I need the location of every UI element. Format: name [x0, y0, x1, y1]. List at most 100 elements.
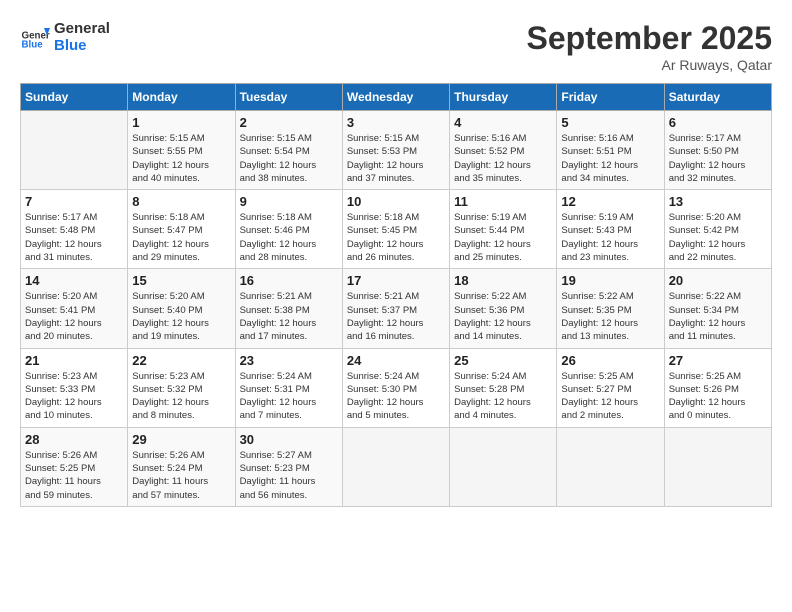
- calendar-cell: 1Sunrise: 5:15 AM Sunset: 5:55 PM Daylig…: [128, 111, 235, 190]
- day-number: 23: [240, 353, 338, 368]
- day-number: 29: [132, 432, 230, 447]
- calendar-cell: 29 Sunrise: 5:26 AM Sunset: 5:24 PM Dayli…: [128, 427, 235, 506]
- day-info: Sunrise: 5:25 AM Sunset: 5:27 PM Dayligh…: [561, 370, 659, 423]
- calendar-cell: 7Sunrise: 5:17 AM Sunset: 5:48 PM Daylig…: [21, 190, 128, 269]
- calendar-cell: 20 Sunrise: 5:22 AM Sunset: 5:34 PM Dayli…: [664, 269, 771, 348]
- day-info: Sunrise: 5:24 AM Sunset: 5:28 PM Dayligh…: [454, 370, 552, 423]
- calendar-cell: 9 Sunrise: 5:18 AM Sunset: 5:46 PM Daylig…: [235, 190, 342, 269]
- calendar-cell: [21, 111, 128, 190]
- day-info: Sunrise: 5:16 AM Sunset: 5:52 PM Dayligh…: [454, 132, 552, 185]
- day-info: Sunrise: 5:22 AM Sunset: 5:36 PM Dayligh…: [454, 290, 552, 343]
- day-info: Sunrise: 5:15 AM Sunset: 5:53 PM Dayligh…: [347, 132, 445, 185]
- calendar-cell: 19Sunrise: 5:22 AM Sunset: 5:35 PM Dayli…: [557, 269, 664, 348]
- calendar-cell: 11 Sunrise: 5:19 AM Sunset: 5:44 PM Dayli…: [450, 190, 557, 269]
- calendar-cell: 10 Sunrise: 5:18 AM Sunset: 5:45 PM Dayli…: [342, 190, 449, 269]
- day-number: 14: [25, 273, 123, 288]
- calendar-cell: [557, 427, 664, 506]
- day-header-friday: Friday: [557, 84, 664, 111]
- calendar-cell: 30 Sunrise: 5:27 AM Sunset: 5:23 PM Dayli…: [235, 427, 342, 506]
- calendar-cell: 6Sunrise: 5:17 AM Sunset: 5:50 PM Daylig…: [664, 111, 771, 190]
- day-info: Sunrise: 5:21 AM Sunset: 5:38 PM Dayligh…: [240, 290, 338, 343]
- day-number: 21: [25, 353, 123, 368]
- calendar-cell: [342, 427, 449, 506]
- day-info: Sunrise: 5:24 AM Sunset: 5:30 PM Dayligh…: [347, 370, 445, 423]
- day-info: Sunrise: 5:22 AM Sunset: 5:34 PM Dayligh…: [669, 290, 767, 343]
- calendar-cell: 23 Sunrise: 5:24 AM Sunset: 5:31 PM Dayli…: [235, 348, 342, 427]
- calendar-cell: 22 Sunrise: 5:23 AM Sunset: 5:32 PM Dayli…: [128, 348, 235, 427]
- calendar-cell: 8Sunrise: 5:18 AM Sunset: 5:47 PM Daylig…: [128, 190, 235, 269]
- day-info: Sunrise: 5:25 AM Sunset: 5:26 PM Dayligh…: [669, 370, 767, 423]
- logo-text-general: General: [54, 20, 110, 37]
- day-info: Sunrise: 5:26 AM Sunset: 5:25 PM Dayligh…: [25, 449, 123, 502]
- calendar-cell: 3 Sunrise: 5:15 AM Sunset: 5:53 PM Daylig…: [342, 111, 449, 190]
- day-info: Sunrise: 5:26 AM Sunset: 5:24 PM Dayligh…: [132, 449, 230, 502]
- day-number: 13: [669, 194, 767, 209]
- logo: General Blue General Blue: [20, 20, 110, 54]
- day-header-sunday: Sunday: [21, 84, 128, 111]
- day-number: 3: [347, 115, 445, 130]
- svg-text:Blue: Blue: [22, 40, 44, 51]
- calendar-cell: 13 Sunrise: 5:20 AM Sunset: 5:42 PM Dayli…: [664, 190, 771, 269]
- calendar-cell: 2Sunrise: 5:15 AM Sunset: 5:54 PM Daylig…: [235, 111, 342, 190]
- day-header-monday: Monday: [128, 84, 235, 111]
- day-number: 22: [132, 353, 230, 368]
- calendar-header-row: SundayMondayTuesdayWednesdayThursdayFrid…: [21, 84, 772, 111]
- day-info: Sunrise: 5:19 AM Sunset: 5:43 PM Dayligh…: [561, 211, 659, 264]
- month-name: September 2025: [527, 20, 772, 57]
- calendar-week-2: 7Sunrise: 5:17 AM Sunset: 5:48 PM Daylig…: [21, 190, 772, 269]
- day-number: 10: [347, 194, 445, 209]
- day-info: Sunrise: 5:20 AM Sunset: 5:42 PM Dayligh…: [669, 211, 767, 264]
- calendar-cell: 16 Sunrise: 5:21 AM Sunset: 5:38 PM Dayli…: [235, 269, 342, 348]
- day-number: 9: [240, 194, 338, 209]
- calendar-cell: 25 Sunrise: 5:24 AM Sunset: 5:28 PM Dayli…: [450, 348, 557, 427]
- day-info: Sunrise: 5:18 AM Sunset: 5:46 PM Dayligh…: [240, 211, 338, 264]
- day-header-tuesday: Tuesday: [235, 84, 342, 111]
- day-info: Sunrise: 5:17 AM Sunset: 5:50 PM Dayligh…: [669, 132, 767, 185]
- day-number: 12: [561, 194, 659, 209]
- day-header-wednesday: Wednesday: [342, 84, 449, 111]
- day-number: 17: [347, 273, 445, 288]
- day-header-saturday: Saturday: [664, 84, 771, 111]
- day-header-thursday: Thursday: [450, 84, 557, 111]
- day-info: Sunrise: 5:19 AM Sunset: 5:44 PM Dayligh…: [454, 211, 552, 264]
- calendar-week-4: 21 Sunrise: 5:23 AM Sunset: 5:33 PM Dayli…: [21, 348, 772, 427]
- calendar-cell: 28 Sunrise: 5:26 AM Sunset: 5:25 PM Dayli…: [21, 427, 128, 506]
- calendar-cell: 15Sunrise: 5:20 AM Sunset: 5:40 PM Dayli…: [128, 269, 235, 348]
- day-info: Sunrise: 5:18 AM Sunset: 5:47 PM Dayligh…: [132, 211, 230, 264]
- calendar-cell: 14 Sunrise: 5:20 AM Sunset: 5:41 PM Dayli…: [21, 269, 128, 348]
- day-number: 28: [25, 432, 123, 447]
- day-info: Sunrise: 5:21 AM Sunset: 5:37 PM Dayligh…: [347, 290, 445, 343]
- page-header: General Blue General Blue September 2025…: [20, 20, 772, 73]
- day-info: Sunrise: 5:20 AM Sunset: 5:41 PM Dayligh…: [25, 290, 123, 343]
- day-info: Sunrise: 5:18 AM Sunset: 5:45 PM Dayligh…: [347, 211, 445, 264]
- calendar-week-5: 28 Sunrise: 5:26 AM Sunset: 5:25 PM Dayli…: [21, 427, 772, 506]
- day-number: 19: [561, 273, 659, 288]
- calendar-table: SundayMondayTuesdayWednesdayThursdayFrid…: [20, 83, 772, 507]
- day-info: Sunrise: 5:15 AM Sunset: 5:55 PM Dayligh…: [132, 132, 230, 185]
- day-number: 18: [454, 273, 552, 288]
- logo-icon: General Blue: [20, 22, 50, 52]
- month-title: September 2025 Ar Ruways, Qatar: [527, 20, 772, 73]
- calendar-week-3: 14 Sunrise: 5:20 AM Sunset: 5:41 PM Dayli…: [21, 269, 772, 348]
- day-number: 24: [347, 353, 445, 368]
- day-number: 25: [454, 353, 552, 368]
- calendar-cell: 24 Sunrise: 5:24 AM Sunset: 5:30 PM Dayli…: [342, 348, 449, 427]
- day-number: 15: [132, 273, 230, 288]
- day-number: 30: [240, 432, 338, 447]
- day-info: Sunrise: 5:16 AM Sunset: 5:51 PM Dayligh…: [561, 132, 659, 185]
- day-number: 16: [240, 273, 338, 288]
- day-info: Sunrise: 5:17 AM Sunset: 5:48 PM Dayligh…: [25, 211, 123, 264]
- day-info: Sunrise: 5:24 AM Sunset: 5:31 PM Dayligh…: [240, 370, 338, 423]
- day-number: 11: [454, 194, 552, 209]
- day-number: 4: [454, 115, 552, 130]
- calendar-cell: 27Sunrise: 5:25 AM Sunset: 5:26 PM Dayli…: [664, 348, 771, 427]
- day-number: 26: [561, 353, 659, 368]
- calendar-cell: 21 Sunrise: 5:23 AM Sunset: 5:33 PM Dayli…: [21, 348, 128, 427]
- calendar-cell: 12 Sunrise: 5:19 AM Sunset: 5:43 PM Dayli…: [557, 190, 664, 269]
- day-number: 20: [669, 273, 767, 288]
- logo-text-blue: Blue: [54, 37, 110, 54]
- calendar-cell: [450, 427, 557, 506]
- day-info: Sunrise: 5:23 AM Sunset: 5:33 PM Dayligh…: [25, 370, 123, 423]
- day-info: Sunrise: 5:27 AM Sunset: 5:23 PM Dayligh…: [240, 449, 338, 502]
- day-info: Sunrise: 5:23 AM Sunset: 5:32 PM Dayligh…: [132, 370, 230, 423]
